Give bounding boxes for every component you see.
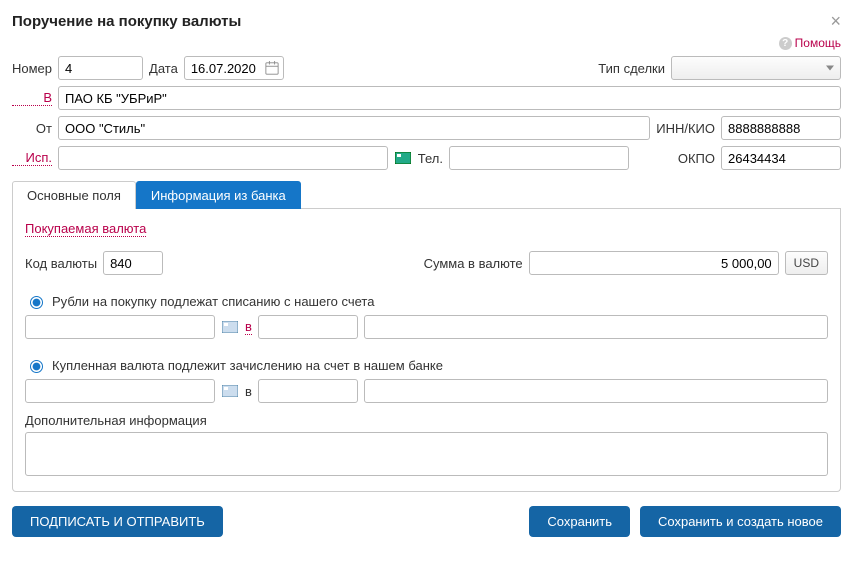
main-panel: Покупаемая валюта Код валюты Сумма в вал… — [12, 209, 841, 492]
tel-input[interactable] — [449, 146, 629, 170]
currency-unit: USD — [785, 251, 828, 275]
number-label: Номер — [12, 61, 52, 76]
debit-acct-input[interactable] — [25, 315, 215, 339]
page-title: Поручение на покупку валюты — [12, 13, 241, 30]
debit-bank-input[interactable] — [364, 315, 828, 339]
help-link[interactable]: ? Помощь — [779, 36, 841, 50]
close-icon[interactable]: × — [830, 12, 841, 30]
addl-textarea[interactable] — [25, 432, 828, 476]
credit-radio-row[interactable]: Купленная валюта подлежит зачислению на … — [25, 357, 828, 373]
currency-code-input[interactable] — [103, 251, 163, 275]
credit-radio[interactable] — [30, 360, 43, 373]
tabs: Основные поля Информация из банка — [12, 180, 841, 209]
debit-radio-label: Рубли на покупку подлежат списанию с наш… — [52, 294, 374, 309]
debit-lookup-icon[interactable] — [221, 318, 239, 336]
calendar-icon[interactable] — [265, 61, 279, 75]
from-input[interactable] — [58, 116, 650, 140]
credit-cur-input[interactable] — [258, 379, 358, 403]
deal-type-select[interactable] — [671, 56, 841, 80]
okpo-input[interactable] — [721, 146, 841, 170]
debit-in-label[interactable]: в — [245, 319, 252, 335]
save-new-button[interactable]: Сохранить и создать новое — [640, 506, 841, 537]
debit-radio-row[interactable]: Рубли на покупку подлежат списанию с наш… — [25, 293, 828, 309]
section-buying-title[interactable]: Покупаемая валюта — [25, 221, 146, 237]
deal-type-label: Тип сделки — [598, 61, 665, 76]
tel-label: Тел. — [418, 151, 443, 166]
credit-in-label: в — [245, 384, 252, 399]
help-icon: ? — [779, 37, 792, 50]
credit-acct-input[interactable] — [25, 379, 215, 403]
from-label: От — [12, 121, 52, 136]
inn-label: ИНН/КИО — [656, 121, 715, 136]
credit-lookup-icon[interactable] — [221, 382, 239, 400]
isp-lookup-icon[interactable] — [394, 149, 412, 167]
bank-input[interactable] — [58, 86, 841, 110]
tab-main[interactable]: Основные поля — [12, 181, 136, 209]
amount-label: Сумма в валюте — [424, 256, 523, 271]
date-label: Дата — [149, 61, 178, 76]
currency-code-label: Код валюты — [25, 256, 97, 271]
inn-input[interactable] — [721, 116, 841, 140]
okpo-label: ОКПО — [661, 151, 715, 166]
isp-label[interactable]: Исп. — [12, 150, 52, 166]
credit-bank-input[interactable] — [364, 379, 828, 403]
addl-label: Дополнительная информация — [25, 413, 828, 428]
save-button[interactable]: Сохранить — [529, 506, 630, 537]
sign-send-button[interactable]: ПОДПИСАТЬ И ОТПРАВИТЬ — [12, 506, 223, 537]
debit-radio[interactable] — [30, 296, 43, 309]
tab-bankinfo[interactable]: Информация из банка — [136, 181, 301, 209]
debit-cur-input[interactable] — [258, 315, 358, 339]
isp-input[interactable] — [58, 146, 388, 170]
credit-radio-label: Купленная валюта подлежит зачислению на … — [52, 358, 443, 373]
number-input[interactable] — [58, 56, 143, 80]
help-label: Помощь — [795, 36, 841, 50]
in-bank-label[interactable]: В — [12, 90, 52, 106]
amount-input[interactable] — [529, 251, 779, 275]
